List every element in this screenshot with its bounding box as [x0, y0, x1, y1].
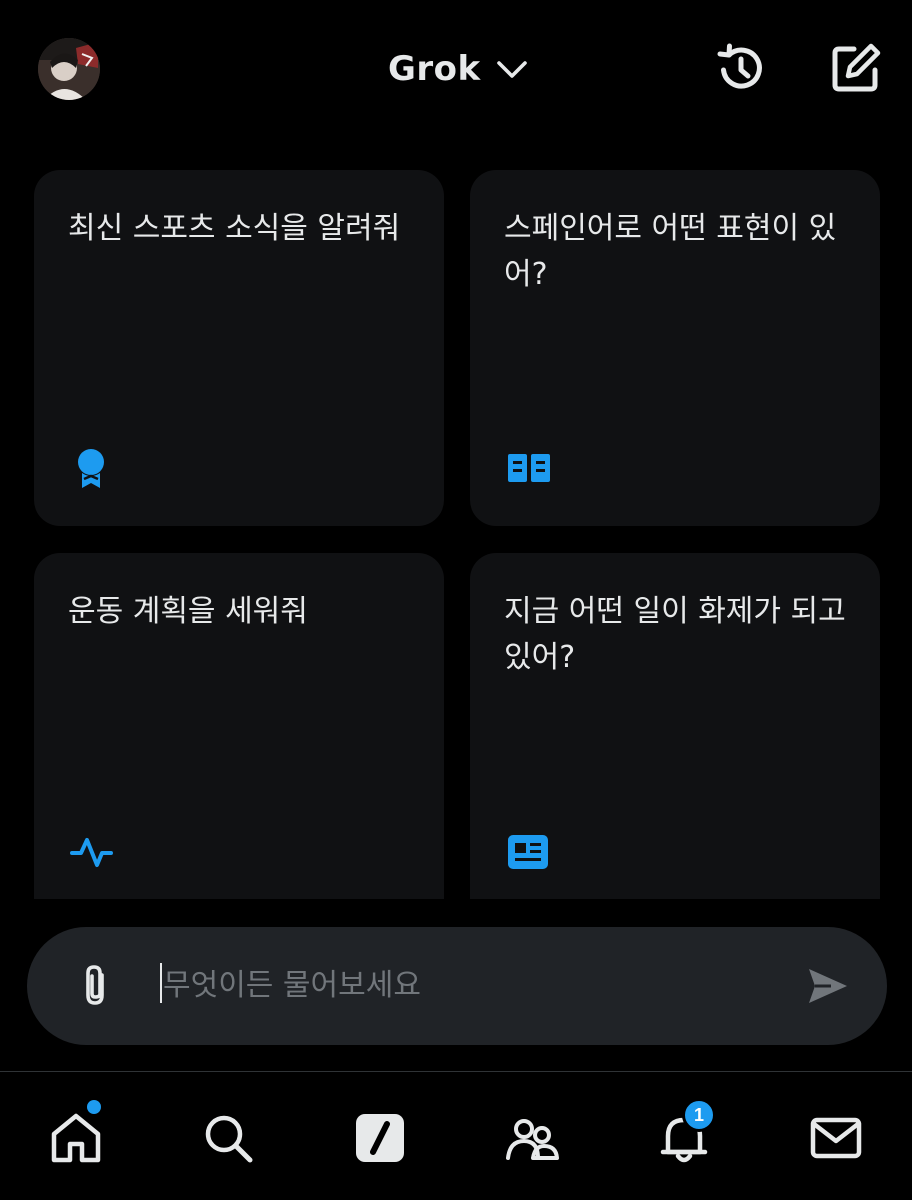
communities-icon[interactable]: [502, 1108, 562, 1168]
grok-icon[interactable]: [350, 1108, 410, 1168]
text-caret: [160, 963, 162, 1003]
suggestion-card-workout[interactable]: 운동 계획을 세워줘: [34, 553, 444, 899]
suggestion-card-sports[interactable]: 최신 스포츠 소식을 알려줘: [34, 170, 444, 526]
suggestion-text: 운동 계획을 세워줘: [68, 594, 308, 629]
bottom-nav: 1: [0, 1072, 912, 1200]
home-unread-dot: [87, 1100, 101, 1114]
prompt-composer: [27, 927, 887, 1045]
search-icon[interactable]: [198, 1108, 258, 1168]
model-selector[interactable]: Grok: [388, 45, 529, 93]
chevron-down-icon: [496, 61, 527, 78]
compose-icon[interactable]: [828, 40, 884, 96]
grok-app: Grok 최신 스포츠 소식을 알려줘 스페인어로 어떤 표현이 있어? 운동 …: [0, 0, 912, 1200]
suggestion-text: 지금 어떤 일이 화제가 되고 있어?: [504, 594, 846, 675]
news-icon: [506, 829, 552, 875]
book-icon: [506, 446, 552, 492]
notification-count-badge: 1: [682, 1098, 716, 1132]
activity-icon: [70, 829, 116, 875]
suggestion-text: 스페인어로 어떤 표현이 있어?: [504, 211, 837, 292]
medal-icon: [70, 446, 116, 492]
notifications-icon[interactable]: 1: [654, 1098, 716, 1168]
send-icon[interactable]: [805, 963, 851, 1009]
paperclip-icon[interactable]: [75, 961, 117, 1011]
model-name: Grok: [388, 49, 481, 89]
prompt-input[interactable]: [163, 959, 763, 1011]
suggestion-card-spanish[interactable]: 스페인어로 어떤 표현이 있어?: [470, 170, 880, 526]
suggestion-card-trending[interactable]: 지금 어떤 일이 화제가 되고 있어?: [470, 553, 880, 899]
avatar-image: [38, 38, 100, 100]
history-icon[interactable]: [713, 40, 769, 96]
header: Grok: [0, 0, 912, 140]
avatar[interactable]: [38, 38, 100, 100]
suggestion-text: 최신 스포츠 소식을 알려줘: [68, 211, 401, 246]
home-icon[interactable]: [46, 1100, 106, 1168]
messages-icon[interactable]: [806, 1108, 866, 1168]
